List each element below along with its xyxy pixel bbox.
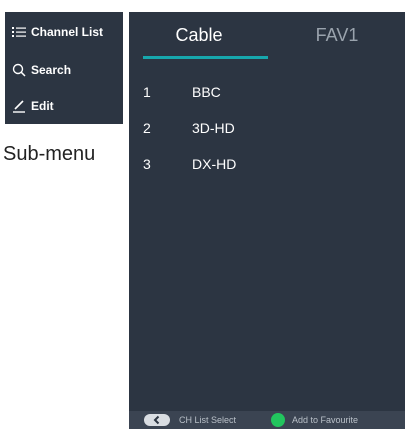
- channel-list-panel: Cable FAV1 1 BBC 2 3D-HD 3 DX-HD CH List…: [129, 12, 405, 429]
- channel-name: 3D-HD: [192, 120, 235, 136]
- channel-row[interactable]: 3 DX-HD: [129, 149, 405, 179]
- green-key-hint: Add to Favourite: [292, 415, 359, 425]
- submenu-item-label: Search: [31, 63, 72, 77]
- channel-number: 3: [143, 156, 151, 172]
- sub-menu: Channel List Search Edit: [5, 12, 123, 124]
- channel-row[interactable]: 1 BBC: [129, 77, 405, 107]
- submenu-item-label: Edit: [31, 99, 54, 113]
- channel-number: 2: [143, 120, 151, 136]
- list-icon: [11, 24, 27, 40]
- back-key-hint: CH List Select: [179, 415, 237, 425]
- submenu-item-channel-list[interactable]: Channel List: [5, 14, 123, 50]
- channel-number: 1: [143, 84, 151, 100]
- submenu-item-search[interactable]: Search: [5, 52, 123, 88]
- active-tab-indicator: [143, 56, 268, 59]
- tab-fav1[interactable]: FAV1: [269, 12, 405, 58]
- channel-row[interactable]: 2 3D-HD: [129, 113, 405, 143]
- submenu-item-edit[interactable]: Edit: [5, 88, 123, 124]
- search-icon: [11, 62, 27, 78]
- channel-name: BBC: [192, 84, 221, 100]
- back-key[interactable]: [144, 414, 170, 426]
- submenu-item-label: Channel List: [31, 25, 104, 39]
- tab-cable[interactable]: Cable: [129, 12, 269, 58]
- chevron-left-icon: [153, 415, 160, 425]
- submenu-caption: Sub-menu: [3, 143, 96, 165]
- key-hint-bar: CH List Select Add to Favourite: [129, 411, 405, 429]
- channel-name: DX-HD: [192, 156, 237, 172]
- green-key[interactable]: [271, 413, 285, 427]
- pencil-icon: [11, 98, 27, 114]
